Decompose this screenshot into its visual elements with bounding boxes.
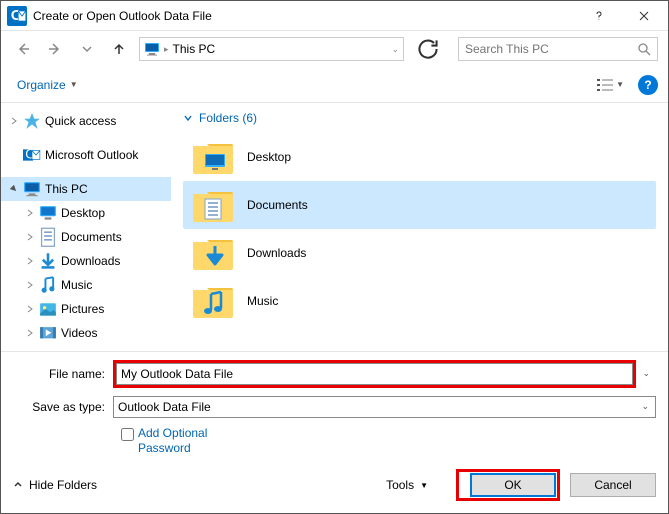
saveas-type-dropdown[interactable]: Outlook Data File ⌄ [113, 396, 656, 418]
chevron-down-icon[interactable]: ⌄ [391, 44, 399, 55]
tree-music[interactable]: Music [1, 273, 171, 297]
organize-button[interactable]: Organize ▼ [11, 74, 84, 96]
search-icon [637, 42, 651, 56]
tree-videos[interactable]: Videos [1, 321, 171, 345]
tree-documents[interactable]: Documents [1, 225, 171, 249]
add-password-checkbox[interactable] [121, 428, 134, 441]
refresh-button[interactable] [416, 37, 440, 61]
filename-field[interactable] [121, 367, 628, 381]
tree-microsoft-outlook[interactable]: O Microsoft Outlook [1, 143, 171, 167]
cancel-button[interactable]: Cancel [570, 473, 656, 497]
window-title: Create or Open Outlook Data File [33, 9, 576, 23]
tree-this-pc[interactable]: This PC [1, 177, 171, 201]
folder-label: Downloads [247, 246, 306, 260]
filename-input[interactable] [116, 363, 633, 385]
folder-documents[interactable]: Documents [183, 181, 656, 229]
filename-dropdown[interactable]: ⌄ [636, 368, 656, 379]
music-icon [39, 277, 57, 293]
folders-group-header[interactable]: Folders (6) [183, 111, 656, 125]
videos-icon [39, 325, 57, 341]
help-window-button[interactable] [576, 1, 621, 31]
hide-folders-button[interactable]: Hide Folders [13, 478, 97, 492]
nav-recent-dropdown[interactable] [75, 37, 99, 61]
tree-quick-access[interactable]: Quick access [1, 109, 171, 133]
search-box[interactable] [458, 37, 658, 61]
add-password-label[interactable]: Add Optional Password [138, 426, 218, 457]
folder-desktop[interactable]: Desktop [183, 133, 656, 181]
toolbar: Organize ▼ ▼ ? [1, 67, 668, 103]
folder-music-icon [191, 282, 235, 320]
saveas-label: Save as type: [13, 400, 113, 414]
outlook-small-icon: O [23, 147, 41, 163]
chevron-right-icon: ▸ [164, 44, 169, 55]
ok-button[interactable]: OK [470, 473, 556, 497]
view-options-button[interactable]: ▼ [591, 74, 630, 96]
tree-desktop[interactable]: Desktop [1, 201, 171, 225]
nav-up-button[interactable] [107, 37, 131, 61]
tools-button[interactable]: Tools ▼ [378, 474, 436, 496]
filename-label: File name: [13, 367, 113, 381]
main-area: Quick access O Microsoft Outlook This PC… [1, 103, 668, 352]
nav-tree: Quick access O Microsoft Outlook This PC… [1, 103, 171, 351]
title-bar: O Create or Open Outlook Data File [1, 1, 668, 31]
quick-access-icon [23, 113, 41, 129]
nav-back-button[interactable] [11, 37, 35, 61]
pc-icon [144, 42, 160, 56]
folder-documents-icon [191, 186, 235, 224]
tree-downloads[interactable]: Downloads [1, 249, 171, 273]
desktop-icon [39, 205, 57, 221]
folder-desktop-icon [191, 138, 235, 176]
help-button[interactable]: ? [638, 75, 658, 95]
pc-icon [23, 181, 41, 197]
folder-downloads[interactable]: Downloads [183, 229, 656, 277]
tree-pictures[interactable]: Pictures [1, 297, 171, 321]
folder-label: Desktop [247, 150, 291, 164]
search-input[interactable] [465, 42, 637, 56]
pictures-icon [39, 301, 57, 317]
nav-row: ▸ This PC ⌄ [1, 31, 668, 67]
downloads-icon [39, 253, 57, 269]
folder-music[interactable]: Music [183, 277, 656, 325]
folder-label: Music [247, 294, 278, 308]
outlook-icon: O [7, 6, 27, 26]
breadcrumb-location: This PC [173, 42, 216, 56]
documents-icon [39, 229, 57, 245]
nav-forward-button[interactable] [43, 37, 67, 61]
bottom-panel: File name: ⌄ Save as type: Outlook Data … [1, 352, 668, 513]
folder-content: Folders (6) Desktop Documents Downloads … [171, 103, 668, 351]
folder-downloads-icon [191, 234, 235, 272]
breadcrumb[interactable]: ▸ This PC ⌄ [139, 37, 404, 61]
folder-label: Documents [247, 198, 308, 212]
close-window-button[interactable] [621, 1, 666, 31]
